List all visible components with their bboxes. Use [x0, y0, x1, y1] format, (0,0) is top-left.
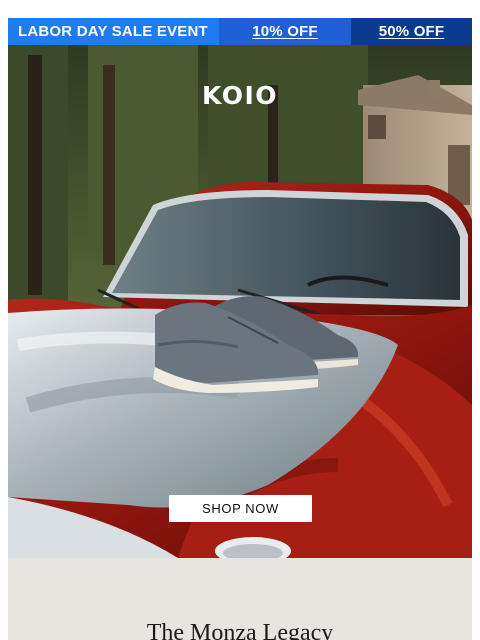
email-body: LABOR DAY SALE EVENT 10% OFF 50% OFF KOI… — [8, 18, 472, 640]
promo-50-off-link[interactable]: 50% OFF — [351, 18, 472, 45]
hero-image[interactable] — [8, 45, 472, 558]
promo-title: LABOR DAY SALE EVENT — [8, 18, 219, 45]
hero-banner[interactable]: KOIO SHOP NOW — [8, 45, 472, 558]
section-title: The Monza Legacy — [146, 620, 334, 640]
promo-10-off-link[interactable]: 10% OFF — [219, 18, 351, 45]
section-legacy: The Monza Legacy — [8, 558, 472, 640]
shop-now-button[interactable]: SHOP NOW — [169, 495, 312, 522]
brand-logo[interactable]: KOIO — [8, 81, 472, 110]
promo-bar: LABOR DAY SALE EVENT 10% OFF 50% OFF — [8, 18, 472, 45]
